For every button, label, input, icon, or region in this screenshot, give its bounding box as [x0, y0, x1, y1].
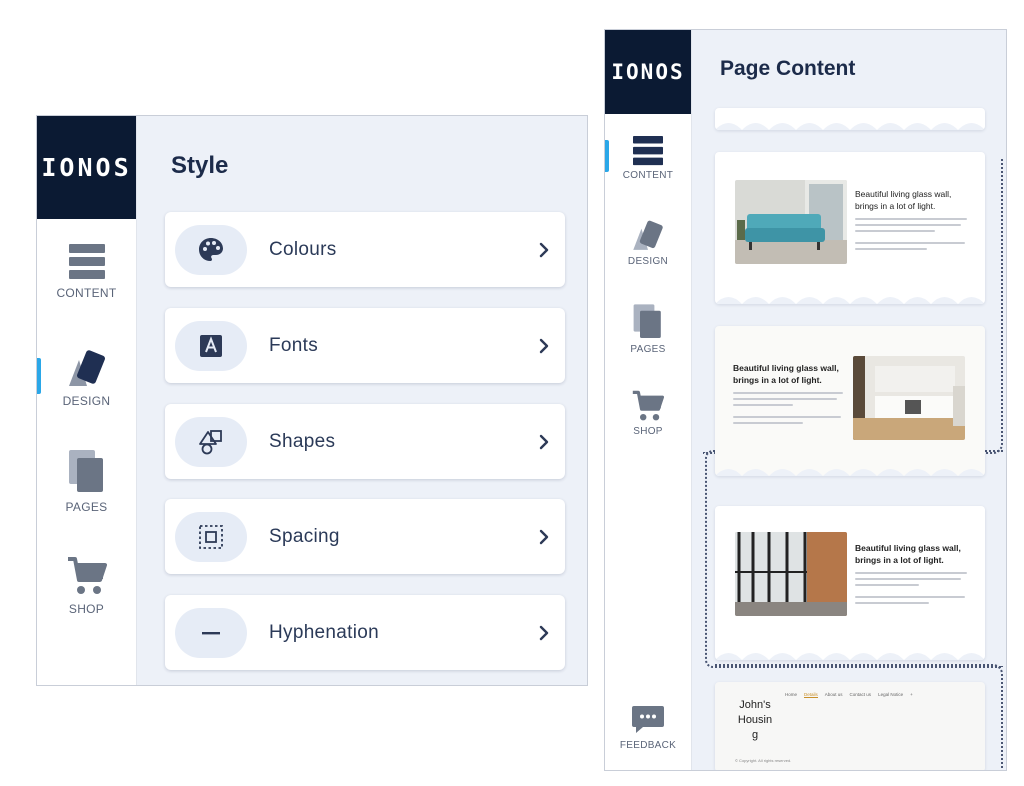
text-line	[733, 416, 841, 418]
colours-row[interactable]: Colours	[165, 212, 565, 287]
hyphenation-row[interactable]: Hyphenation	[165, 595, 565, 670]
text-line	[733, 422, 803, 424]
footer-nav: Home Details About us Contact us Legal N…	[785, 692, 913, 698]
section-heading: Beautiful living glass wall, brings in a…	[733, 363, 839, 385]
text-line	[855, 596, 965, 598]
sofa-room-image	[735, 180, 847, 264]
spacing-row[interactable]: Spacing	[165, 499, 565, 574]
text-line	[855, 218, 967, 220]
chevron-right-icon	[523, 517, 565, 557]
row-label: Shapes	[269, 430, 336, 452]
pages-icon	[633, 304, 661, 338]
page-title: Style	[171, 152, 229, 179]
content-icon	[633, 136, 663, 166]
chevron-right-icon	[523, 422, 565, 462]
kitchen-image	[853, 356, 965, 440]
nav-label: PAGES	[630, 344, 666, 355]
style-sidebar: IONOS CONTENT DESIGN PAGES SHOP	[37, 116, 137, 685]
footer-nav-link: About us	[824, 692, 843, 697]
section-preview-2[interactable]: Beautiful living glass wall, brings in a…	[715, 326, 985, 476]
text-line	[855, 248, 927, 250]
text-line	[855, 224, 961, 226]
footer-nav-link: Legal Notice	[878, 692, 904, 697]
nav-label: SHOP	[633, 426, 663, 437]
feedback-button[interactable]: FEEDBACK	[605, 704, 691, 751]
section-heading: Beautiful living glass wall, brings in a…	[855, 189, 952, 211]
ionos-logo[interactable]: IONOS	[37, 116, 136, 219]
text-line	[733, 404, 793, 406]
footer-nav-link: Contact us	[849, 692, 872, 697]
section-heading: Beautiful living glass wall, brings in a…	[855, 543, 961, 565]
pages-icon	[68, 450, 103, 492]
text-line	[855, 572, 967, 574]
nav-item-content[interactable]: CONTENT	[37, 244, 136, 300]
shapes-row[interactable]: Shapes	[165, 404, 565, 479]
row-label: Spacing	[269, 525, 340, 547]
nav-item-pages[interactable]: PAGES	[605, 304, 691, 355]
nav-item-shop[interactable]: SHOP	[37, 556, 136, 616]
nav-label: FEEDBACK	[619, 740, 677, 751]
chevron-right-icon	[523, 613, 565, 653]
row-icon-pill	[175, 416, 247, 467]
content-icon	[68, 244, 105, 279]
footer-nav-link: +	[910, 692, 913, 697]
row-label: Colours	[269, 238, 337, 260]
section-preview-1[interactable]: Beautiful living glass wall, brings in a…	[715, 152, 985, 304]
nav-item-pages[interactable]: PAGES	[37, 450, 136, 514]
wave-divider	[715, 469, 985, 476]
section-preview-header[interactable]	[715, 108, 985, 130]
section-preview-footer[interactable]: John's Housing Home Details About us Con…	[715, 682, 985, 770]
text-line	[855, 578, 961, 580]
design-icon	[68, 350, 105, 386]
page-title: Page Content	[720, 57, 856, 80]
row-label: Hyphenation	[269, 621, 379, 643]
nav-item-shop[interactable]: SHOP	[605, 390, 691, 437]
wave-divider	[715, 297, 985, 304]
nav-label: DESIGN	[62, 394, 111, 408]
wave-divider	[715, 653, 985, 660]
nav-item-design[interactable]: DESIGN	[37, 350, 136, 408]
row-icon-pill	[175, 607, 247, 658]
nav-item-content[interactable]: CONTENT	[605, 136, 691, 181]
shapes-icon	[199, 429, 222, 454]
content-sidebar: IONOS CONTENT DESIGN PAGES SHOP FEEDBACK	[605, 30, 692, 770]
nav-label: CONTENT	[622, 170, 674, 181]
shop-icon	[632, 390, 665, 421]
row-icon-pill	[175, 511, 247, 562]
nav-label: DESIGN	[627, 256, 669, 267]
section-preview-3[interactable]: Beautiful living glass wall, brings in a…	[715, 506, 985, 660]
nav-label: CONTENT	[56, 286, 117, 300]
footer-nav-link: Home	[785, 692, 798, 697]
fonts-row[interactable]: Fonts	[165, 308, 565, 383]
text-line	[733, 398, 837, 400]
design-icon	[633, 220, 663, 250]
nav-label: PAGES	[65, 500, 108, 514]
style-panel: IONOS CONTENT DESIGN PAGES SHOP Style Co…	[36, 115, 588, 686]
nav-label: SHOP	[68, 602, 105, 616]
text-line	[855, 230, 935, 232]
glass-wall-image	[735, 532, 847, 616]
row-label: Fonts	[269, 334, 319, 356]
site-name: John's Housing	[737, 699, 773, 741]
text-line	[855, 584, 919, 586]
font-icon	[200, 334, 222, 357]
chevron-right-icon	[523, 230, 565, 270]
footer-nav-link: Details	[804, 692, 818, 698]
shop-icon	[67, 557, 107, 594]
feedback-icon	[632, 706, 664, 733]
page-content-panel: IONOS CONTENT DESIGN PAGES SHOP FEEDBACK…	[604, 29, 1007, 771]
chevron-right-icon	[523, 326, 565, 366]
ionos-logo[interactable]: IONOS	[605, 30, 691, 114]
wave-divider	[715, 123, 985, 130]
text-line	[855, 242, 965, 244]
palette-icon	[199, 237, 223, 261]
row-icon-pill	[175, 320, 247, 371]
spacing-icon	[199, 524, 223, 549]
nav-item-design[interactable]: DESIGN	[605, 220, 691, 267]
row-icon-pill	[175, 224, 247, 275]
text-line	[733, 392, 843, 394]
hyphenation-icon	[202, 631, 220, 634]
text-line	[855, 602, 929, 604]
copyright-text: © Copyright. All rights reserved.	[735, 758, 792, 763]
